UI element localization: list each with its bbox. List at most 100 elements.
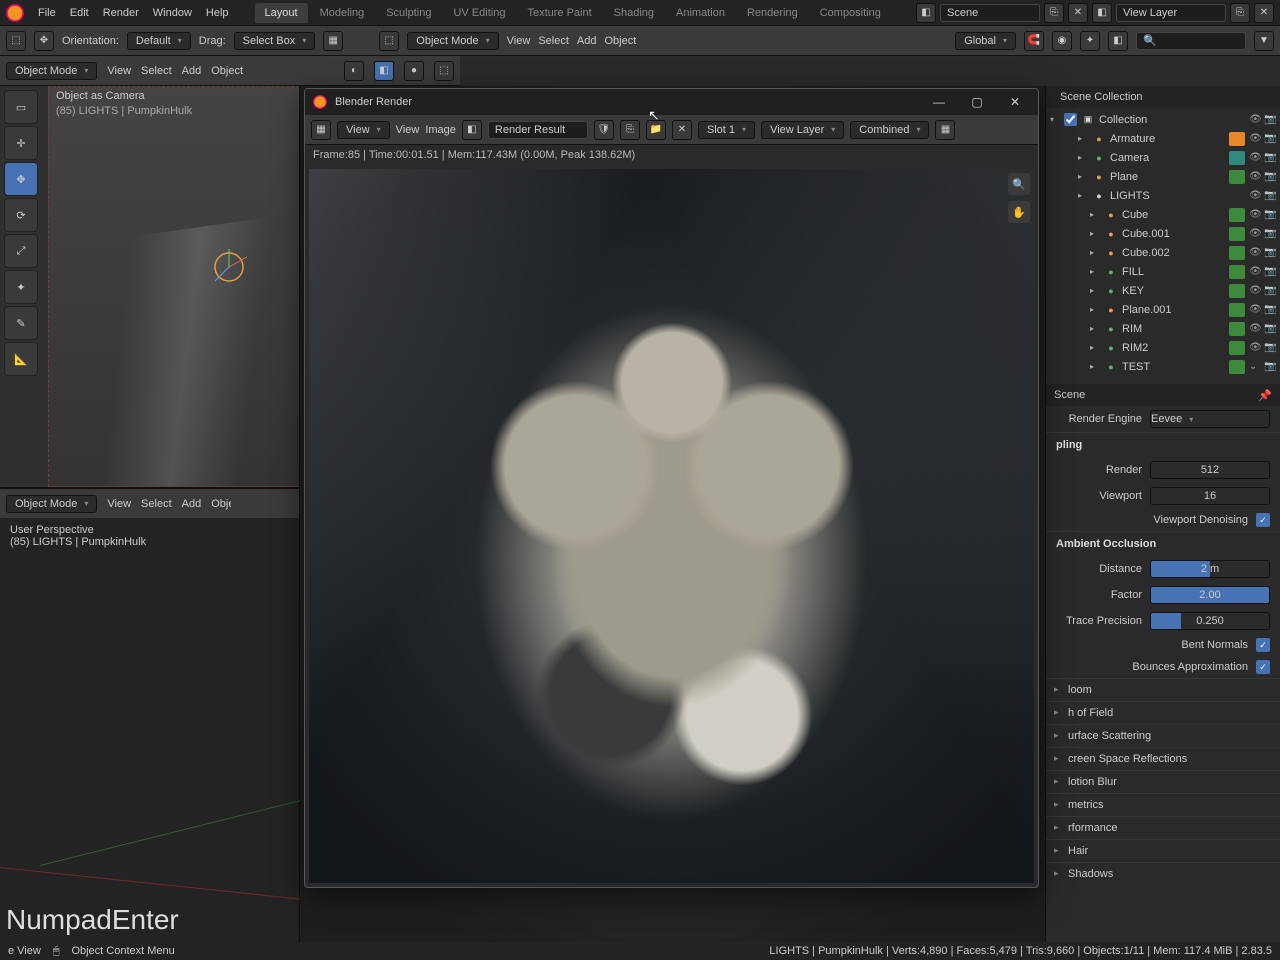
props-section[interactable]: metrics: [1046, 793, 1280, 816]
tool-rotate[interactable]: ⟳: [4, 198, 38, 232]
eye-icon[interactable]: 👁: [1249, 342, 1261, 353]
ao-distance-input[interactable]: 2 m: [1150, 560, 1270, 578]
data-chip-icon[interactable]: [1229, 227, 1245, 241]
render-enable-icon[interactable]: 📷: [1264, 285, 1276, 296]
viewlayer-browse-icon[interactable]: ◧: [1092, 3, 1112, 23]
slot-dropdown[interactable]: Slot 1: [698, 121, 755, 139]
search-input[interactable]: [1136, 32, 1246, 50]
render-enable-icon[interactable]: 📷: [1264, 133, 1276, 144]
viewlayer-delete-icon[interactable]: ✕: [1254, 3, 1274, 23]
render-samples-input[interactable]: 512: [1150, 461, 1270, 479]
props-section[interactable]: Shadows: [1046, 862, 1280, 885]
ao-factor-input[interactable]: 2.00: [1150, 586, 1270, 604]
filter-icon[interactable]: ▼: [1254, 31, 1274, 51]
outliner-item[interactable]: ▸●LIGHTS👁📷: [1046, 186, 1280, 205]
data-chip-icon[interactable]: [1229, 151, 1245, 165]
snap-icon[interactable]: 🧲: [1024, 31, 1044, 51]
sampling-section[interactable]: pling: [1046, 432, 1280, 457]
menu-window[interactable]: Window: [153, 7, 192, 19]
vp2-add-menu[interactable]: Add: [182, 498, 202, 510]
render-enable-icon[interactable]: 📷: [1264, 209, 1276, 220]
rw-view-menu[interactable]: View: [396, 124, 420, 136]
cursor-tool-icon[interactable]: ✥: [34, 31, 54, 51]
props-section[interactable]: loom: [1046, 678, 1280, 701]
ao-trace-input[interactable]: 0.250: [1150, 612, 1270, 630]
props-section[interactable]: urface Scattering: [1046, 724, 1280, 747]
fake-user-icon[interactable]: 🛡: [594, 120, 614, 140]
menu-edit[interactable]: Edit: [70, 7, 89, 19]
outliner-item[interactable]: ▸●Armature👁📷: [1046, 129, 1280, 148]
props-section[interactable]: h of Field: [1046, 701, 1280, 724]
outliner-item[interactable]: ▸●TEST⌄📷: [1046, 357, 1280, 376]
select-menu[interactable]: Select: [538, 35, 569, 47]
rw-view-dropdown[interactable]: View: [337, 121, 390, 139]
tab-texpaint[interactable]: Texture Paint: [517, 3, 601, 23]
data-chip-icon[interactable]: [1229, 265, 1245, 279]
tab-uv[interactable]: UV Editing: [443, 3, 515, 23]
vp2-mode-dropdown[interactable]: Object Mode: [6, 495, 97, 513]
shading-icon[interactable]: ●: [404, 61, 424, 81]
gizmo-icon[interactable]: ✦: [1080, 31, 1100, 51]
render-enable-icon[interactable]: 📷: [1264, 361, 1276, 372]
tool-transform[interactable]: ✦: [4, 270, 38, 304]
eye-icon[interactable]: 👁: [1249, 171, 1261, 182]
viewport-samples-input[interactable]: 16: [1150, 487, 1270, 505]
tab-modeling[interactable]: Modeling: [310, 3, 375, 23]
outliner-item[interactable]: ▸●Plane.001👁📷: [1046, 300, 1280, 319]
eye-icon[interactable]: 👁: [1249, 152, 1261, 163]
tab-shading[interactable]: Shading: [604, 3, 664, 23]
eye-icon[interactable]: 👁: [1249, 323, 1261, 334]
outliner-item[interactable]: ▸●Camera👁📷: [1046, 148, 1280, 167]
render-enable-icon[interactable]: 📷: [1264, 266, 1276, 277]
vp1-add-menu[interactable]: Add: [182, 65, 202, 77]
outliner-item[interactable]: ▸●RIM👁📷: [1046, 319, 1280, 338]
view-menu[interactable]: View: [507, 35, 531, 47]
tool-select-box[interactable]: ▭: [4, 90, 38, 124]
tool-cursor[interactable]: ✛: [4, 126, 38, 160]
tab-rendering[interactable]: Rendering: [737, 3, 808, 23]
shading2-icon[interactable]: ⬚: [434, 61, 454, 81]
render-image-view[interactable]: 🔍 ✋: [309, 169, 1034, 883]
data-chip-icon[interactable]: [1229, 303, 1245, 317]
drag-config-icon[interactable]: ▦: [323, 31, 343, 51]
minimize-button[interactable]: —: [924, 95, 954, 109]
scene-new-icon[interactable]: ⎘: [1044, 3, 1064, 23]
data-chip-icon[interactable]: [1229, 341, 1245, 355]
eye-icon[interactable]: 👁: [1249, 228, 1261, 239]
bent-normals-checkbox[interactable]: ✓: [1256, 638, 1270, 652]
overlay-toggle-icon[interactable]: ◐: [344, 61, 364, 81]
render-result-input[interactable]: [488, 121, 588, 139]
render-enable-icon[interactable]: 📷: [1264, 152, 1276, 163]
data-chip-icon[interactable]: [1229, 360, 1245, 374]
tab-sculpting[interactable]: Sculpting: [376, 3, 441, 23]
props-section[interactable]: creen Space Reflections: [1046, 747, 1280, 770]
vp2-select-menu[interactable]: Select: [141, 498, 172, 510]
eye-icon[interactable]: 👁: [1249, 133, 1261, 144]
data-chip-icon[interactable]: [1229, 170, 1245, 184]
outliner-item[interactable]: ▸●Cube👁📷: [1046, 205, 1280, 224]
add-menu[interactable]: Add: [577, 35, 597, 47]
render-enable-icon[interactable]: 📷: [1264, 114, 1276, 125]
viewport-denoise-checkbox[interactable]: ✓: [1256, 513, 1270, 527]
unlink-image-icon[interactable]: ✕: [672, 120, 692, 140]
eye-icon[interactable]: 👁: [1249, 247, 1261, 258]
image-editor-type-icon[interactable]: ▦: [311, 120, 331, 140]
viewlayer-name-input[interactable]: [1116, 4, 1226, 22]
object-menu[interactable]: Object: [604, 35, 636, 47]
render-engine-dropdown[interactable]: Eevee: [1150, 410, 1270, 428]
bounces-checkbox[interactable]: ✓: [1256, 660, 1270, 674]
ao-section[interactable]: Ambient Occlusion: [1046, 531, 1280, 556]
tool-annotate[interactable]: ✎: [4, 306, 38, 340]
outliner-item[interactable]: ▸●Cube.002👁📷: [1046, 243, 1280, 262]
render-enable-icon[interactable]: 📷: [1264, 304, 1276, 315]
chevron-down-icon[interactable]: ⌄: [1249, 361, 1261, 372]
outliner-item[interactable]: ▸●FILL👁📷: [1046, 262, 1280, 281]
zoom-icon[interactable]: 🔍: [1008, 173, 1030, 195]
menu-help[interactable]: Help: [206, 7, 229, 19]
tool-move[interactable]: ✥: [4, 162, 38, 196]
outliner-item[interactable]: ▸●RIM2👁📷: [1046, 338, 1280, 357]
menu-file[interactable]: File: [38, 7, 56, 19]
vp1-view-menu[interactable]: View: [107, 65, 131, 77]
outliner-item[interactable]: ▸●Cube.001👁📷: [1046, 224, 1280, 243]
data-chip-icon[interactable]: [1229, 208, 1245, 222]
